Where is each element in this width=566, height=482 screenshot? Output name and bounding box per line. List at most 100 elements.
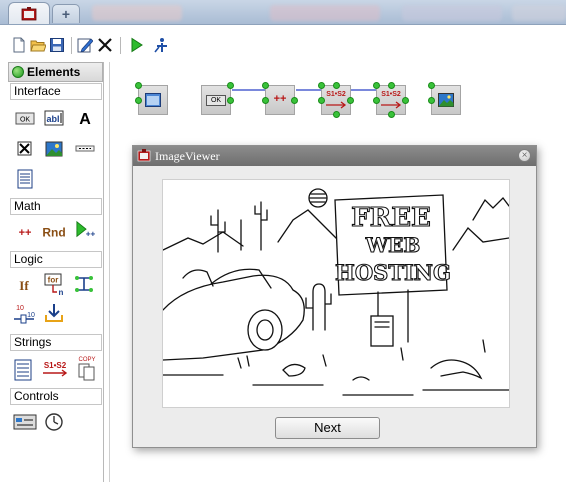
- arrow-right-icon: [326, 101, 347, 109]
- svg-text:10: 10: [16, 305, 24, 312]
- window-title-bar[interactable]: ImageViewer ×: [133, 146, 536, 166]
- node-pin[interactable]: [388, 82, 395, 89]
- image-node[interactable]: [428, 82, 461, 115]
- delete-icon[interactable]: [97, 37, 113, 53]
- string-replace-icon[interactable]: S1•S2: [40, 359, 70, 379]
- sign-text-web: WEB: [365, 233, 421, 257]
- new-document-icon[interactable]: [11, 37, 27, 53]
- ok-label: OK: [206, 95, 226, 106]
- new-tab-button[interactable]: +: [52, 4, 80, 23]
- image-icon[interactable]: [44, 139, 64, 159]
- toolbar-separator: [71, 37, 72, 54]
- svg-text:COPY: COPY: [78, 357, 95, 363]
- plus-plus-label: ++: [273, 93, 287, 105]
- blurred-tab: [402, 5, 502, 21]
- node-pin[interactable]: [333, 111, 340, 118]
- node-pin[interactable]: [402, 97, 409, 104]
- next-button[interactable]: Next: [275, 417, 380, 439]
- node-pin[interactable]: [135, 97, 142, 104]
- blurred-tab: [92, 5, 182, 21]
- browser-tab-strip: +: [0, 0, 566, 25]
- node-pin[interactable]: [318, 82, 325, 89]
- app-tab[interactable]: [8, 2, 50, 24]
- image-viewer-window: ImageViewer × FREE WEB HOSTING Next: [132, 145, 537, 448]
- svg-text:S1•S2: S1•S2: [44, 361, 67, 370]
- string-list-icon[interactable]: [13, 359, 33, 381]
- if-icon[interactable]: If: [15, 275, 35, 295]
- checkbox-icon[interactable]: [15, 139, 35, 159]
- section-math[interactable]: Math: [10, 198, 102, 215]
- svg-text:A: A: [79, 111, 91, 128]
- collapse-icon[interactable]: [12, 66, 24, 78]
- range-icon[interactable]: 10 10: [12, 303, 38, 327]
- section-logic[interactable]: Logic: [10, 251, 102, 268]
- node-pin[interactable]: [135, 82, 142, 89]
- increment-node[interactable]: ++: [262, 82, 298, 115]
- node-pin[interactable]: [262, 97, 269, 104]
- toolbar-separator: [120, 37, 121, 54]
- label-icon[interactable]: A: [75, 108, 95, 128]
- sign-text-hosting: HOSTING: [335, 260, 451, 285]
- image-display: FREE WEB HOSTING: [162, 179, 510, 408]
- ok-button-icon[interactable]: OK: [15, 108, 35, 128]
- node-pin[interactable]: [227, 82, 234, 89]
- svg-text:Rnd: Rnd: [42, 226, 65, 240]
- svg-text:OK: OK: [20, 117, 30, 124]
- s1s2-label: S1•S2: [326, 91, 346, 98]
- s1s2-label: S1•S2: [381, 91, 401, 98]
- node-pin[interactable]: [262, 82, 269, 89]
- window-icon: [145, 93, 161, 107]
- svg-text:10: 10: [27, 312, 35, 319]
- button-node[interactable]: OK: [201, 82, 234, 115]
- main-toolbar: [0, 25, 566, 61]
- connector-icon[interactable]: [74, 274, 94, 294]
- run-icon[interactable]: [128, 37, 144, 53]
- svg-text:n: n: [59, 288, 64, 297]
- counter-icon[interactable]: ++: [74, 220, 98, 240]
- sign-text-free: FREE: [351, 203, 431, 233]
- node-pin[interactable]: [428, 82, 435, 89]
- node-pin[interactable]: [373, 82, 380, 89]
- plus-plus-icon[interactable]: ++: [15, 222, 35, 242]
- random-icon[interactable]: Rnd: [40, 222, 68, 242]
- save-icon[interactable]: [49, 37, 65, 53]
- window-title: ImageViewer: [155, 149, 220, 163]
- image-icon: [438, 93, 454, 107]
- elements-palette: Elements Interface OK abl A Math ++ Rnd …: [8, 62, 104, 482]
- separator-icon[interactable]: [75, 139, 95, 159]
- section-interface[interactable]: Interface: [10, 83, 102, 100]
- section-strings[interactable]: Strings: [10, 334, 102, 351]
- svg-text:for: for: [48, 276, 59, 285]
- open-folder-icon[interactable]: [30, 37, 46, 53]
- control-panel-icon[interactable]: [13, 412, 37, 432]
- copy-icon[interactable]: COPY: [76, 355, 98, 381]
- node-pin[interactable]: [291, 97, 298, 104]
- node-pin[interactable]: [428, 97, 435, 104]
- node-pin[interactable]: [333, 82, 340, 89]
- section-controls[interactable]: Controls: [10, 388, 102, 405]
- app-logo-icon: [21, 7, 37, 21]
- svg-text:++: ++: [19, 227, 32, 239]
- cartoon-image: FREE WEB HOSTING: [162, 188, 510, 396]
- for-loop-icon[interactable]: for n: [44, 273, 66, 297]
- svg-text:abl: abl: [46, 114, 59, 124]
- node-pin[interactable]: [318, 97, 325, 104]
- download-icon[interactable]: [44, 303, 64, 323]
- blurred-tab: [270, 5, 380, 21]
- node-pin[interactable]: [347, 97, 354, 104]
- close-icon[interactable]: ×: [518, 149, 531, 162]
- string-replace-node-1[interactable]: S1•S2: [318, 82, 354, 118]
- text-field-icon[interactable]: abl: [44, 108, 64, 128]
- node-pin[interactable]: [388, 111, 395, 118]
- palette-header[interactable]: Elements: [8, 62, 103, 82]
- string-replace-node-2[interactable]: S1•S2: [373, 82, 409, 118]
- debug-icon[interactable]: [153, 37, 169, 53]
- edit-icon[interactable]: [77, 37, 93, 53]
- node-pin[interactable]: [227, 97, 234, 104]
- text-area-icon[interactable]: [15, 169, 35, 189]
- svg-text:If: If: [19, 278, 29, 293]
- node-pin[interactable]: [373, 97, 380, 104]
- svg-text:++: ++: [86, 229, 96, 238]
- window-node[interactable]: [135, 82, 168, 115]
- clock-icon[interactable]: [44, 412, 64, 432]
